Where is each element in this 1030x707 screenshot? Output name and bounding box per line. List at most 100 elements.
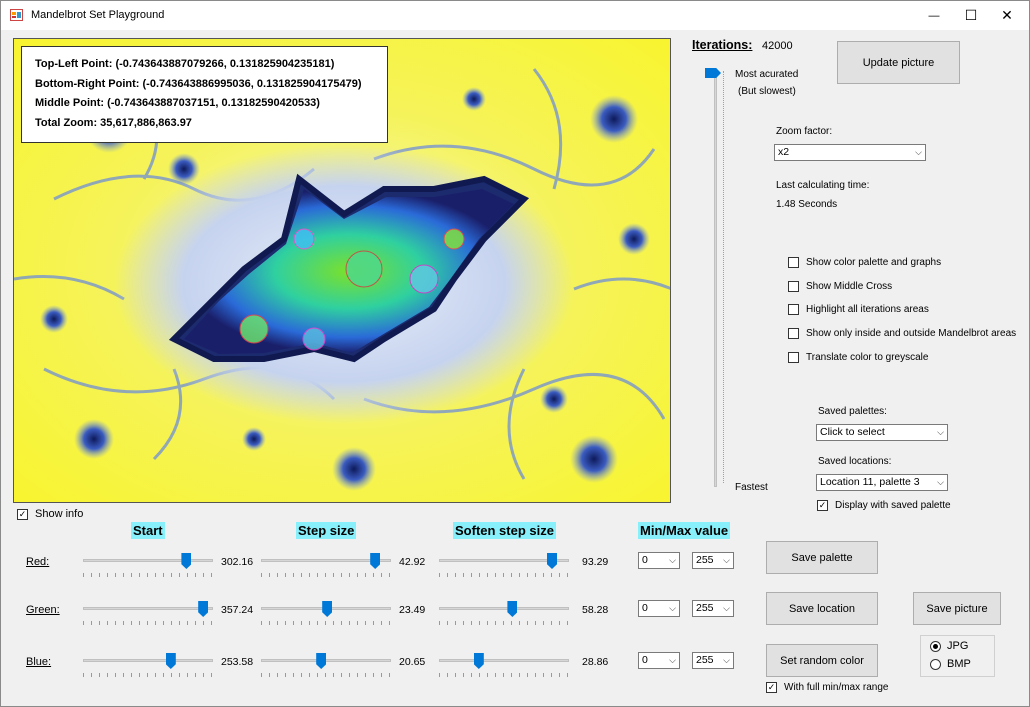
iterations-label: Iterations:	[692, 38, 753, 52]
soften-slider-thumb[interactable]	[473, 653, 484, 669]
close-button[interactable]: ✕	[984, 1, 1030, 30]
check-icon: ✓	[817, 500, 828, 511]
saved-locations-select[interactable]: Location 11, palette 3 ⌵	[816, 474, 948, 491]
chevron-down-icon: ⌵	[723, 603, 730, 613]
start-heading: Start	[131, 522, 165, 539]
save-location-button[interactable]: Save location	[766, 592, 878, 625]
start-slider-track[interactable]	[83, 659, 213, 662]
zoom-factor-select[interactable]: x2 ⌵	[774, 144, 926, 161]
start-slider-ticks	[83, 621, 213, 625]
fastest-label: Fastest	[735, 482, 768, 493]
save-picture-button[interactable]: Save picture	[913, 592, 1001, 625]
radio-icon	[930, 658, 941, 670]
title-bar: Mandelbrot Set Playground — ☐ ✕	[1, 1, 1029, 30]
step-value: 42.92	[399, 556, 426, 568]
iterations-value: 42000	[762, 40, 793, 52]
calc-time-value: 1.48 Seconds	[776, 199, 838, 210]
soften-value: 93.29	[582, 556, 609, 568]
start-slider-ticks	[83, 573, 213, 577]
step-slider-ticks	[261, 621, 391, 625]
minimize-icon: —	[928, 9, 940, 22]
option-checkbox[interactable]: Highlight all iterations areas	[788, 304, 929, 316]
step-slider-thumb[interactable]	[370, 553, 381, 569]
step-value: 23.49	[399, 604, 426, 616]
save-palette-button[interactable]: Save palette	[766, 541, 878, 574]
soften-step-heading: Soften step size	[453, 522, 556, 539]
check-icon: ✓	[766, 682, 777, 693]
start-value: 357.24	[221, 604, 254, 616]
bmp-radio[interactable]: BMP	[930, 658, 971, 670]
update-picture-button[interactable]: Update picture	[837, 41, 960, 84]
maximize-icon: ☐	[964, 7, 978, 23]
iterations-slider-thumb[interactable]	[705, 68, 721, 78]
max-value-select[interactable]: 255 ⌵	[692, 552, 734, 569]
start-slider-track[interactable]	[83, 607, 213, 610]
checkbox-icon	[788, 257, 799, 268]
min-max-heading: Min/Max value	[638, 522, 731, 539]
window-title: Mandelbrot Set Playground	[31, 9, 165, 21]
start-value: 253.58	[221, 656, 254, 668]
checkbox-icon	[788, 328, 799, 340]
step-slider-ticks	[261, 673, 391, 677]
jpg-radio[interactable]: JPG	[930, 640, 968, 652]
start-slider-ticks	[83, 673, 213, 677]
most-accurate-label: Most acurated	[735, 69, 799, 80]
option-checkbox[interactable]: Show only inside and outside Mandelbrot …	[788, 328, 1016, 340]
saved-palettes-label: Saved palettes:	[818, 406, 887, 417]
option-checkbox[interactable]: Show Middle Cross	[788, 280, 892, 292]
chevron-down-icon: ⌵	[937, 427, 944, 437]
calc-time-label: Last calculating time:	[776, 180, 870, 191]
show-info-checkbox[interactable]: ✓ Show info	[17, 508, 83, 520]
checkbox-icon	[788, 351, 799, 363]
start-slider-track[interactable]	[83, 559, 213, 562]
check-icon: ✓	[17, 508, 28, 520]
top-left-point: Top-Left Point: (-0.743643887079266, 0.1…	[35, 58, 335, 70]
start-slider-thumb[interactable]	[181, 553, 192, 569]
start-slider-thumb[interactable]	[165, 653, 176, 669]
saved-locations-label: Saved locations:	[818, 456, 892, 467]
app-window: Mandelbrot Set Playground — ☐ ✕ Top-Left…	[0, 0, 1030, 707]
min-value-select[interactable]: 0 ⌵	[638, 600, 680, 617]
total-zoom: Total Zoom: 35,617,886,863.97	[35, 116, 192, 129]
saved-palettes-select[interactable]: Click to select ⌵	[816, 424, 948, 441]
iterations-slider-track[interactable]	[714, 69, 717, 487]
channel-label: Blue:	[26, 656, 52, 668]
full-range-checkbox[interactable]: ✓ With full min/max range	[766, 682, 888, 693]
soften-slider-thumb[interactable]	[547, 553, 557, 569]
soften-slider-track[interactable]	[439, 659, 569, 662]
chevron-down-icon: ⌵	[669, 603, 676, 613]
soften-value: 58.28	[582, 604, 609, 616]
option-checkbox[interactable]: Translate color to greyscale	[788, 351, 928, 363]
chevron-down-icon: ⌵	[915, 147, 922, 157]
start-slider-thumb[interactable]	[198, 601, 209, 617]
step-slider-thumb[interactable]	[322, 601, 333, 617]
chevron-down-icon: ⌵	[669, 555, 676, 565]
max-value-select[interactable]: 255 ⌵	[692, 600, 734, 617]
min-value-select[interactable]: 0 ⌵	[638, 652, 680, 669]
chevron-down-icon: ⌵	[723, 555, 730, 565]
soften-slider-ticks	[439, 573, 569, 577]
random-color-button[interactable]: Set random color	[766, 644, 878, 677]
display-saved-palette-checkbox[interactable]: ✓ Display with saved palette	[817, 500, 951, 511]
iterations-slider-ticks	[723, 71, 724, 483]
min-value-select[interactable]: 0 ⌵	[638, 552, 680, 569]
chevron-down-icon: ⌵	[669, 655, 676, 665]
step-value: 20.65	[399, 656, 426, 668]
soften-slider-thumb[interactable]	[507, 601, 518, 617]
checkbox-icon	[788, 304, 799, 316]
step-slider-thumb[interactable]	[316, 653, 327, 669]
zoom-factor-label: Zoom factor:	[776, 126, 833, 137]
soften-slider-ticks	[439, 621, 569, 625]
step-size-heading: Step size	[296, 522, 357, 539]
checkbox-icon	[788, 280, 799, 292]
soften-slider-track[interactable]	[439, 607, 569, 610]
close-icon: ✕	[1001, 7, 1013, 23]
option-checkbox[interactable]: Show color palette and graphs	[788, 257, 941, 268]
bottom-right-point: Bottom-Right Point: (-0.743643886995036,…	[35, 77, 362, 90]
start-value: 302.16	[221, 556, 254, 568]
max-value-select[interactable]: 255 ⌵	[692, 652, 734, 669]
channel-label: Red:	[26, 556, 50, 568]
middle-point: Middle Point: (-0.743643887037151, 0.131…	[35, 97, 320, 109]
chevron-down-icon: ⌵	[723, 655, 730, 665]
step-slider-ticks	[261, 573, 391, 577]
